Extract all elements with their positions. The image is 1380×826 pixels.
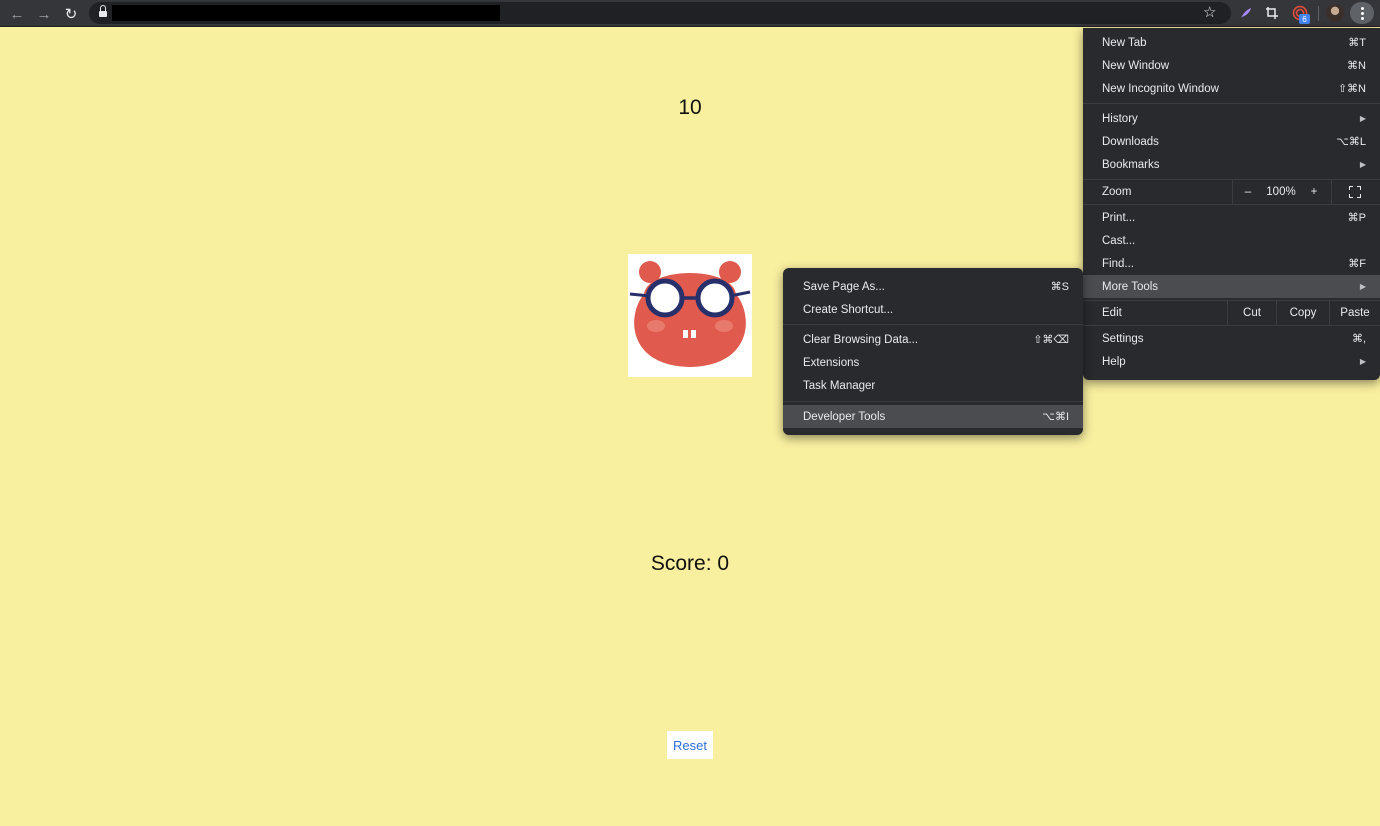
menu-item-find[interactable]: Find... ⌘F — [1083, 252, 1380, 275]
score-label: Score: — [650, 552, 712, 575]
reset-button[interactable]: Reset — [667, 731, 713, 759]
zoom-controls: – 100% + — [1083, 180, 1380, 204]
zoom-in-button[interactable]: + — [1301, 180, 1327, 204]
menu-item-downloads[interactable]: Downloads ⌥⌘L — [1083, 130, 1380, 153]
bookmark-star-icon[interactable]: ☆ — [1203, 3, 1216, 21]
submenu-arrow-icon: ▶ — [1359, 357, 1366, 366]
mole-hole[interactable] — [628, 254, 752, 377]
menu-item-bookmarks[interactable]: Bookmarks ▶ — [1083, 153, 1380, 176]
shortcut-text: ⌘P — [1347, 212, 1366, 224]
menu-item-label: History — [1102, 112, 1138, 125]
browser-toolbar: ← → ↻ ☆ 6 — [0, 0, 1380, 27]
mole-icon[interactable] — [628, 254, 752, 377]
zoom-out-button[interactable]: – — [1235, 180, 1261, 204]
menu-item-label: Find... — [1102, 257, 1134, 270]
menu-item-label: More Tools — [1102, 280, 1159, 293]
menu-item-label: Print... — [1102, 211, 1136, 224]
edit-controls: Cut Copy Paste — [1083, 301, 1380, 325]
menu-item-label: Bookmarks — [1102, 158, 1160, 171]
back-icon[interactable]: ← — [6, 3, 28, 25]
menu-item-task-manager[interactable]: Task Manager — [783, 374, 1083, 397]
menu-item-history[interactable]: History ▶ — [1083, 107, 1380, 130]
shortcut-text: ⌘N — [1347, 60, 1366, 72]
menu-item-create-shortcut[interactable]: Create Shortcut... — [783, 298, 1083, 321]
extension-badge: 6 — [1299, 14, 1310, 24]
reload-icon[interactable]: ↻ — [60, 3, 82, 25]
toolbar-divider — [1318, 6, 1319, 21]
chrome-main-menu: New Tab ⌘T New Window ⌘N New Incognito W… — [1083, 28, 1380, 380]
profile-avatar[interactable] — [1326, 4, 1344, 22]
menu-item-clear-browsing-data[interactable]: Clear Browsing Data... ⇧⌘⌫ — [783, 328, 1083, 351]
cut-button[interactable]: Cut — [1228, 301, 1276, 325]
shortcut-text: ⌥⌘L — [1336, 136, 1366, 148]
menu-item-more-tools[interactable]: More Tools ▶ — [1083, 275, 1380, 298]
menu-item-label: Cast... — [1102, 234, 1136, 247]
copy-button[interactable]: Copy — [1277, 301, 1329, 325]
shortcut-text: ⇧⌘N — [1337, 83, 1366, 95]
shortcut-text: ⌘F — [1348, 258, 1366, 270]
menu-item-new-tab[interactable]: New Tab ⌘T — [1083, 31, 1380, 54]
menu-divider — [1083, 204, 1380, 205]
menu-item-label: Task Manager — [803, 379, 876, 392]
menu-item-label: New Tab — [1102, 36, 1147, 49]
zoom-level: 100% — [1266, 186, 1296, 198]
shortcut-text: ⇧⌘⌫ — [1033, 334, 1069, 346]
shortcut-text: ⌘, — [1351, 333, 1366, 345]
menu-divider — [783, 324, 1083, 325]
menu-item-label: Help — [1102, 355, 1126, 368]
lock-icon[interactable] — [99, 5, 107, 17]
menu-item-save-page-as[interactable]: Save Page As... ⌘S — [783, 275, 1083, 298]
menu-divider — [1083, 103, 1380, 104]
menu-item-label: Create Shortcut... — [803, 303, 894, 316]
shortcut-text: ⌘S — [1050, 281, 1069, 293]
menu-item-label: Downloads — [1102, 135, 1159, 148]
menu-item-label: Developer Tools — [803, 410, 886, 423]
menu-item-label: Settings — [1102, 332, 1144, 345]
more-menu-icon[interactable] — [1350, 2, 1374, 24]
menu-item-label: Save Page As... — [803, 280, 885, 293]
menu-item-settings[interactable]: Settings ⌘, — [1083, 327, 1380, 350]
fullscreen-icon[interactable] — [1349, 186, 1361, 198]
screenshot-extension-icon[interactable] — [1262, 3, 1282, 23]
menu-item-cast[interactable]: Cast... — [1083, 229, 1380, 252]
menu-item-extensions[interactable]: Extensions — [783, 351, 1083, 374]
shortcut-text: ⌥⌘I — [1042, 411, 1069, 423]
address-bar[interactable]: ☆ — [89, 2, 1231, 24]
menu-item-new-window[interactable]: New Window ⌘N — [1083, 54, 1380, 77]
submenu-arrow-icon: ▶ — [1359, 160, 1366, 169]
menu-item-label: New Window — [1102, 59, 1170, 72]
submenu-arrow-icon: ▶ — [1359, 114, 1366, 123]
url-redacted — [112, 5, 500, 21]
menu-item-label: Clear Browsing Data... — [803, 333, 919, 346]
menu-item-help[interactable]: Help ▶ — [1083, 350, 1380, 373]
menu-item-label: New Incognito Window — [1102, 82, 1219, 95]
feather-extension-icon[interactable] — [1236, 3, 1256, 23]
countdown-timer: 10 — [678, 96, 702, 119]
menu-item-new-incognito-window[interactable]: New Incognito Window ⇧⌘N — [1083, 77, 1380, 100]
more-tools-submenu: Save Page As... ⌘S Create Shortcut... Cl… — [783, 268, 1083, 435]
menu-divider — [783, 401, 1083, 402]
menu-divider — [1083, 325, 1380, 326]
menu-item-print[interactable]: Print... ⌘P — [1083, 206, 1380, 229]
paste-button[interactable]: Paste — [1330, 301, 1380, 325]
score-value: 0 — [717, 552, 730, 575]
forward-icon[interactable]: → — [33, 3, 55, 25]
submenu-arrow-icon: ▶ — [1359, 282, 1366, 291]
menu-item-label: Extensions — [803, 356, 860, 369]
shortcut-text: ⌘T — [1348, 37, 1366, 49]
menu-item-developer-tools[interactable]: Developer Tools ⌥⌘I — [783, 405, 1083, 428]
score-display: Score: 0 — [590, 552, 790, 576]
